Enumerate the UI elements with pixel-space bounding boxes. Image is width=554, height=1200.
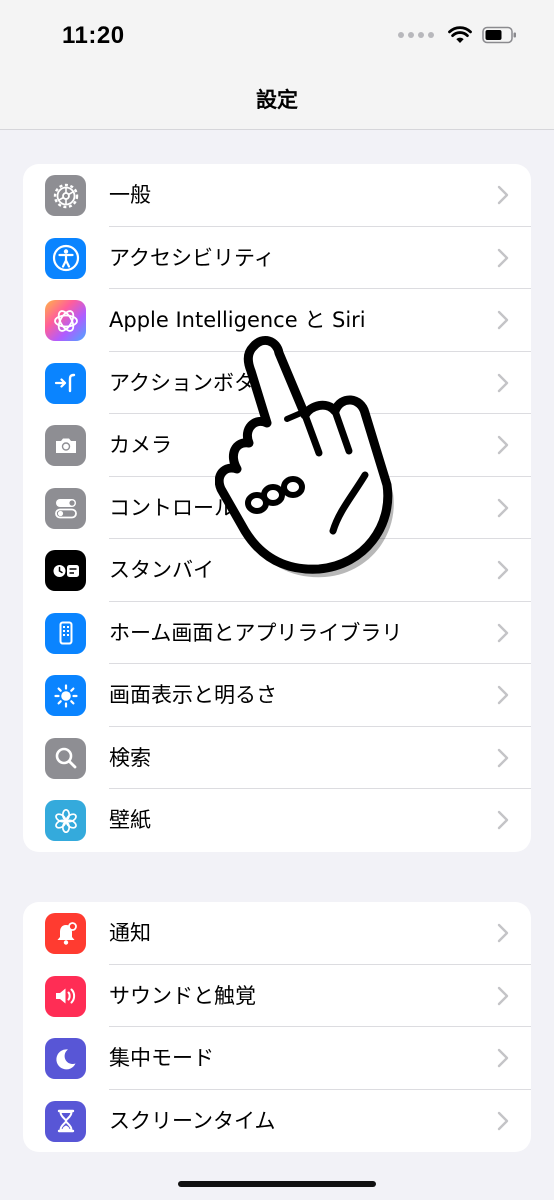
settings-row-search[interactable]: 検索 xyxy=(23,727,531,789)
settings-row-camera[interactable]: カメラ xyxy=(23,414,531,477)
settings-row-notifications[interactable]: 通知 xyxy=(23,902,531,965)
settings-row-action-button[interactable]: アクションボタン xyxy=(23,352,531,414)
gear-icon xyxy=(45,175,86,216)
chevron-right-icon xyxy=(497,1048,509,1068)
search-icon xyxy=(45,737,86,779)
home-indicator[interactable] xyxy=(178,1181,376,1187)
settings-row-label: カメラ xyxy=(109,433,172,457)
settings-row-label: コントロールセンター xyxy=(109,495,319,520)
chevron-right-icon xyxy=(497,685,509,705)
settings-row-label: アクセシビリティ xyxy=(109,245,275,270)
notification-bell-icon xyxy=(45,913,86,954)
chevron-right-icon xyxy=(497,810,509,830)
settings-row-apple-intelligence[interactable]: Apple Intelligence と Siri xyxy=(23,289,531,352)
settings-row-label: スタンバイ xyxy=(109,558,214,582)
apple-intelligence-icon xyxy=(45,300,86,341)
hourglass-icon xyxy=(45,1100,86,1142)
settings-row-label: サウンドと触覚 xyxy=(109,983,256,1008)
chevron-right-icon xyxy=(497,623,509,642)
chevron-right-icon xyxy=(497,560,509,580)
settings-group-notifications: 通知 サウンドと触覚 集中モード スクリーンタイム xyxy=(23,902,531,1152)
settings-row-general[interactable]: 一般 xyxy=(23,164,531,227)
chevron-right-icon xyxy=(497,986,509,1005)
navigation-bar: 11:20 設定 xyxy=(0,0,554,130)
status-indicators xyxy=(398,26,518,44)
settings-group-main: 一般 アクセシビリティ Apple Intelligence と Siri アク… xyxy=(23,164,531,852)
page-title: 設定 xyxy=(256,88,298,112)
action-button-icon xyxy=(45,362,86,404)
settings-row-label: スクリーンタイム xyxy=(109,1108,276,1133)
settings-row-label: 通知 xyxy=(109,921,151,945)
settings-row-label: 壁紙 xyxy=(109,808,151,832)
moon-icon xyxy=(45,1038,86,1079)
brightness-icon xyxy=(45,675,86,716)
camera-icon xyxy=(45,425,86,466)
wallpaper-icon xyxy=(45,800,86,841)
chevron-right-icon xyxy=(497,373,509,392)
settings-row-wallpaper[interactable]: 壁紙 xyxy=(23,789,531,852)
settings-row-home-screen[interactable]: ホーム画面とアプリライブラリ xyxy=(23,602,531,664)
control-center-icon xyxy=(45,487,86,529)
accessibility-icon xyxy=(45,237,86,279)
wifi-icon xyxy=(448,26,472,43)
chevron-right-icon xyxy=(497,310,509,330)
home-screen-icon xyxy=(45,612,86,654)
settings-row-standby[interactable]: スタンバイ xyxy=(23,539,531,602)
standby-icon xyxy=(45,550,86,591)
speaker-icon xyxy=(45,975,86,1017)
settings-row-sounds-haptics[interactable]: サウンドと触覚 xyxy=(23,965,531,1027)
chevron-right-icon xyxy=(497,1111,509,1130)
settings-row-label: 画面表示と明るさ xyxy=(109,683,277,707)
settings-row-display-brightness[interactable]: 画面表示と明るさ xyxy=(23,664,531,727)
chevron-right-icon xyxy=(497,748,509,767)
settings-row-control-center[interactable]: コントロールセンター xyxy=(23,477,531,539)
status-time: 11:20 xyxy=(62,22,125,49)
chevron-right-icon xyxy=(497,435,509,455)
settings-row-label: 検索 xyxy=(109,745,151,770)
settings-row-label: 一般 xyxy=(109,183,151,207)
chevron-right-icon xyxy=(497,498,509,517)
settings-row-label: ホーム画面とアプリライブラリ xyxy=(109,620,403,645)
settings-row-label: Apple Intelligence と Siri xyxy=(109,308,366,332)
battery-icon xyxy=(482,26,516,44)
settings-row-accessibility[interactable]: アクセシビリティ xyxy=(23,227,531,289)
chevron-right-icon xyxy=(497,923,509,943)
settings-row-label: 集中モード xyxy=(109,1046,214,1070)
settings-row-focus[interactable]: 集中モード xyxy=(23,1027,531,1090)
signal-dots-icon xyxy=(398,32,434,38)
chevron-right-icon xyxy=(497,248,509,267)
settings-row-screen-time[interactable]: スクリーンタイム xyxy=(23,1090,531,1153)
chevron-right-icon xyxy=(497,185,509,205)
settings-row-label: アクションボタン xyxy=(109,370,276,395)
